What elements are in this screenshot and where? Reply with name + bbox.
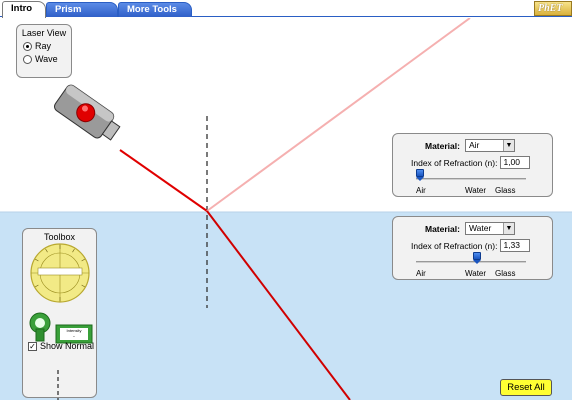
toolbox-tools: Intensity -: [29, 243, 93, 400]
bottom-material-label: Material:: [425, 223, 460, 234]
bottom-index-slider[interactable]: [416, 261, 526, 263]
intensity-meter-icon[interactable]: [29, 312, 93, 344]
top-tick-water: Water: [465, 186, 487, 195]
top-index-label: Index of Refraction (n):: [411, 157, 498, 168]
bottom-index-label: Index of Refraction (n):: [411, 240, 498, 251]
bottom-medium-panel: Material: Water ▼ Index of Refraction (n…: [392, 216, 553, 280]
top-index-input[interactable]: 1,00: [500, 156, 531, 169]
protractor-icon[interactable]: [30, 243, 90, 303]
tab-bar: Intro Prism Break More Tools PhET: [0, 0, 572, 29]
tab-more-tools[interactable]: More Tools: [118, 2, 192, 17]
toolbox-panel: Toolbox Intensity - ✓ Show Normal: [22, 228, 97, 400]
bottom-material-select[interactable]: Water ▼: [464, 222, 515, 235]
bottom-tick-water: Water: [465, 269, 487, 278]
top-tick-glass: Glass: [495, 186, 516, 195]
bottom-slider-thumb[interactable]: [473, 252, 481, 264]
incident-beam: [119, 149, 208, 212]
tab-intro[interactable]: Intro: [2, 1, 46, 18]
bottom-material-value: Water: [468, 223, 492, 233]
bottom-tick-glass: Glass: [495, 269, 516, 278]
ray-radio-icon[interactable]: [23, 41, 32, 51]
laser-pointer[interactable]: [53, 83, 124, 145]
top-slider-thumb[interactable]: [416, 169, 424, 181]
tab-prism-break[interactable]: Prism Break: [46, 2, 118, 29]
laser-view-panel: Laser View Ray Wave: [16, 24, 72, 78]
show-normal-label: Show Normal: [40, 341, 95, 351]
wave-label: Wave: [35, 54, 58, 64]
chevron-down-icon[interactable]: ▼: [502, 140, 514, 151]
checkbox-checked-icon[interactable]: ✓: [28, 341, 37, 351]
laser-view-title: Laser View: [21, 28, 67, 38]
top-material-label: Material:: [425, 140, 460, 151]
top-material-select[interactable]: Air ▼: [464, 139, 515, 152]
top-material-value: Air: [468, 140, 480, 150]
reset-all-button[interactable]: Reset All: [500, 379, 552, 396]
bottom-index-input[interactable]: 1,33: [500, 239, 531, 252]
play-area: Laser View Ray Wave Material: Air ▼ Inde…: [0, 18, 572, 400]
top-tick-air: Air: [416, 186, 426, 195]
top-medium-panel: Material: Air ▼ Index of Refraction (n):…: [392, 133, 553, 197]
wave-option[interactable]: Wave: [23, 54, 71, 64]
top-index-slider[interactable]: [416, 178, 526, 180]
wave-radio-icon[interactable]: [23, 54, 32, 64]
ray-option[interactable]: Ray: [23, 41, 71, 51]
phet-logo[interactable]: PhET: [534, 1, 572, 16]
chevron-down-icon[interactable]: ▼: [502, 223, 514, 234]
ray-label: Ray: [35, 41, 52, 51]
show-normal-option[interactable]: ✓ Show Normal: [28, 341, 94, 351]
intensity-meter-label: Intensity: [67, 328, 82, 333]
toolbox-title: Toolbox: [43, 232, 76, 242]
bottom-tick-air: Air: [416, 269, 426, 278]
